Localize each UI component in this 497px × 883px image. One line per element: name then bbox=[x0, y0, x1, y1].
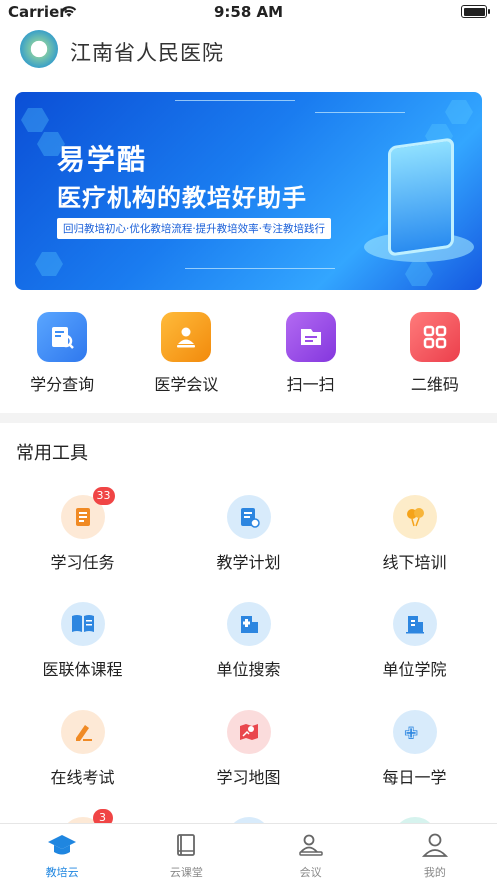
teaching-plan-icon bbox=[226, 495, 271, 539]
banner-hex bbox=[21, 108, 49, 132]
quick-action-credit-search[interactable]: 学分查询 bbox=[0, 308, 124, 404]
online-exam-icon bbox=[60, 710, 105, 754]
profile-icon bbox=[421, 833, 448, 857]
tab-meeting[interactable]: 会议 bbox=[249, 824, 373, 883]
daily-study-icon: ✙ bbox=[392, 710, 437, 754]
tab-label: 云课堂 bbox=[169, 866, 203, 879]
tab-mine[interactable]: 我的 bbox=[373, 824, 497, 883]
medical-alliance-course-icon bbox=[60, 602, 105, 646]
study-task-icon: 33 bbox=[60, 487, 115, 539]
banner-hex bbox=[35, 252, 63, 276]
tab-label: 我的 bbox=[423, 866, 446, 879]
banner-hex bbox=[405, 262, 433, 286]
battery-icon bbox=[461, 5, 490, 18]
banner-decor-line bbox=[185, 268, 335, 269]
clock: 9:58 AM bbox=[213, 3, 284, 21]
tool-medical-alliance-course[interactable]: 医联体课程 bbox=[0, 602, 165, 680]
banner-decor-line bbox=[175, 100, 295, 101]
tool-teaching-plan[interactable]: 教学计划 bbox=[166, 495, 331, 573]
status-bar: Carrier 9:58 AM bbox=[0, 0, 497, 26]
graduation-cap-icon bbox=[48, 835, 77, 855]
bottom-tab-bar: 教培云 云课堂 会议 我的 bbox=[0, 823, 497, 883]
quick-action-qrcode[interactable]: 二维码 bbox=[373, 308, 497, 404]
unit-search-icon bbox=[226, 602, 271, 646]
notification-badge: 33 bbox=[92, 487, 115, 505]
quick-action-medical-meeting[interactable]: 医学会议 bbox=[124, 308, 248, 404]
tools-section-title: 常用工具 bbox=[16, 443, 88, 464]
credit-search-icon bbox=[37, 312, 88, 362]
meeting-icon bbox=[298, 834, 323, 856]
offline-training-icon bbox=[392, 495, 437, 539]
tool-study-map[interactable]: 学习地图 bbox=[166, 710, 331, 788]
tool-label: 每日一学 bbox=[382, 768, 447, 787]
tab-yunketang[interactable]: 云课堂 bbox=[124, 824, 248, 883]
banner-decor-line bbox=[315, 112, 405, 113]
tool-label: 线下培训 bbox=[382, 553, 447, 572]
svg-text:✙: ✙ bbox=[404, 724, 418, 744]
tool-unit-college[interactable]: 单位学院 bbox=[332, 602, 497, 680]
tab-jiaopeiyun[interactable]: 教培云 bbox=[0, 824, 124, 883]
banner-hex bbox=[445, 100, 473, 124]
book-icon bbox=[177, 834, 196, 856]
tool-label: 在线考试 bbox=[50, 768, 115, 787]
app-header: 江南省人民医院 bbox=[0, 28, 497, 74]
banner-tagline: 回归教培初心·优化教培流程·提升教培效率·专注教培践行 bbox=[57, 218, 332, 239]
medical-meeting-icon bbox=[161, 312, 212, 362]
tool-daily-study[interactable]: ✙ 每日一学 bbox=[332, 710, 497, 788]
quick-action-label: 医学会议 bbox=[154, 375, 219, 394]
tab-label: 教培云 bbox=[45, 866, 79, 879]
banner-subtitle: 医疗机构的教培好助手 bbox=[57, 184, 307, 212]
tool-offline-training[interactable]: 线下培训 bbox=[332, 495, 497, 573]
section-divider bbox=[0, 413, 497, 423]
tool-label: 单位搜索 bbox=[216, 660, 281, 679]
hospital-name: 江南省人民医院 bbox=[70, 41, 224, 65]
tool-label: 医联体课程 bbox=[42, 660, 123, 679]
quick-actions: 学分查询 医学会议 扫一扫 二维码 bbox=[0, 308, 497, 404]
tool-study-task[interactable]: 33 学习任务 bbox=[0, 487, 165, 573]
tool-label: 学习地图 bbox=[216, 768, 281, 787]
tool-label: 教学计划 bbox=[216, 553, 281, 572]
quick-action-scan[interactable]: 扫一扫 bbox=[249, 308, 373, 404]
quick-action-label: 扫一扫 bbox=[286, 375, 335, 394]
tab-label: 会议 bbox=[299, 866, 322, 879]
tool-online-exam[interactable]: 在线考试 bbox=[0, 710, 165, 788]
banner-title: 易学酷 bbox=[57, 143, 148, 176]
hospital-logo bbox=[20, 30, 58, 68]
tool-label: 单位学院 bbox=[382, 660, 447, 679]
tool-label: 学习任务 bbox=[50, 553, 115, 572]
unit-college-icon bbox=[392, 602, 437, 646]
promo-banner[interactable]: 易学酷 医疗机构的教培好助手 回归教培初心·优化教培流程·提升教培效率·专注教培… bbox=[15, 92, 482, 290]
quick-action-label: 学分查询 bbox=[30, 375, 95, 394]
study-map-icon bbox=[226, 710, 271, 754]
banner-phone-illustration bbox=[388, 137, 454, 257]
quick-action-label: 二维码 bbox=[410, 375, 459, 394]
tool-unit-search[interactable]: 单位搜索 bbox=[166, 602, 331, 680]
qrcode-icon bbox=[409, 312, 460, 362]
scan-icon bbox=[285, 312, 336, 362]
